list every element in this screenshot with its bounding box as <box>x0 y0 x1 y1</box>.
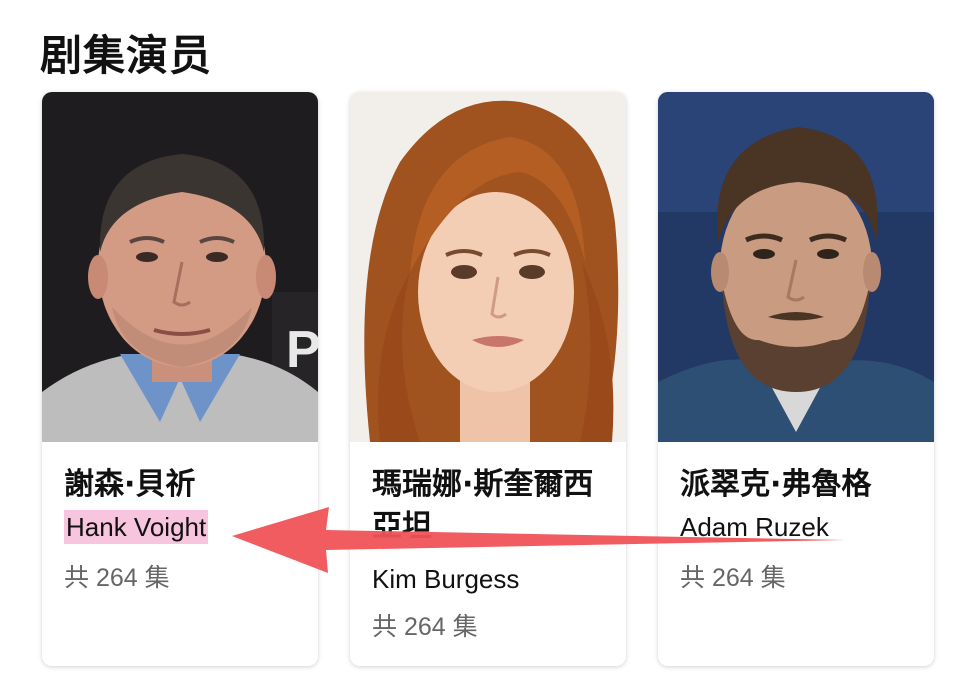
cast-card[interactable]: P 謝森·貝祈 Hank Voight 共 264 集 <box>42 92 318 666</box>
character-name: Adam Ruzek <box>680 512 829 542</box>
episode-count: 共 264 集 <box>680 564 786 592</box>
actor-name: 謝森·貝祈 <box>64 467 196 502</box>
episode-count: 共 264 集 <box>372 613 478 641</box>
cast-card[interactable]: 派翠克·弗魯格 Adam Ruzek 共 264 集 <box>658 92 934 666</box>
section-title: 剧集演员 <box>40 31 213 80</box>
character-name: Kim Burgess <box>372 564 520 594</box>
cast-photo <box>658 92 934 442</box>
cast-card[interactable]: 瑪瑞娜·斯奎爾西亞坦 Kim Burgess 共 264 集 <box>350 92 626 666</box>
character-name: Hank Voight <box>64 510 209 544</box>
cast-photo: P <box>42 92 318 442</box>
svg-text:P: P <box>286 321 318 379</box>
episode-count: 共 264 集 <box>64 564 170 592</box>
actor-name: 瑪瑞娜·斯奎爾西亞坦 <box>372 467 594 544</box>
actor-name: 派翠克·弗魯格 <box>680 467 872 502</box>
character-name-highlight: Hank Voight <box>64 510 209 544</box>
cast-photo <box>350 92 626 442</box>
